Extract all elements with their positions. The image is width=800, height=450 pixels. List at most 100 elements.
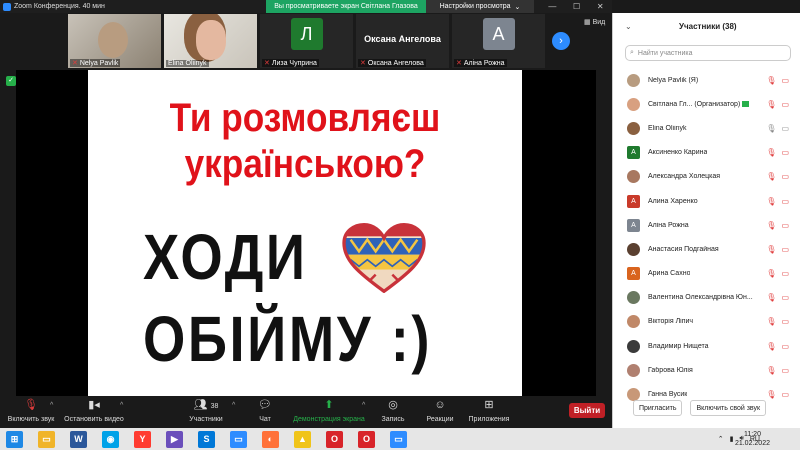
thumbnail-name: Аліна Рожна [463, 59, 505, 67]
thumbnail-name: Оксана Ангелова [367, 59, 424, 67]
unmute-self-button[interactable]: Включить свой звук [690, 400, 767, 416]
thumbnail-alina[interactable]: А ✕ Аліна Рожна [452, 14, 545, 68]
video-off-icon: ▭ [781, 172, 789, 182]
host-badge-icon [742, 101, 750, 108]
participant-row[interactable]: Александра Холецкая 🎙︎ ▭ [613, 165, 800, 189]
participant-row[interactable]: Світлана Гл... (Организатор) 🎙︎ ▭ [613, 92, 800, 116]
participant-status: 🎙︎ ▭ [766, 317, 789, 326]
invite-button[interactable]: Пригласить [633, 400, 683, 416]
video-options-caret[interactable]: ^ [120, 402, 123, 409]
avatar [627, 242, 640, 256]
participant-row[interactable]: Nelya Pavlik (Я) 🎙︎ ▭ [613, 68, 800, 92]
maximize-button[interactable]: ☐ [573, 2, 580, 11]
participant-video [196, 20, 226, 60]
reactions-label: Реакции [426, 416, 454, 423]
opera-gx-icon[interactable]: O [358, 430, 375, 448]
thumbnail-nelya[interactable]: ✕ Nelya Pavlik [68, 14, 161, 68]
unmute-button[interactable]: 🎙︎ Включить звук [6, 398, 56, 423]
record-button[interactable]: ◎ Запись [380, 398, 406, 423]
participant-name: Аліна Рожна [648, 221, 689, 229]
participant-row[interactable]: А Алина Харенко 🎙︎ ▭ [613, 189, 800, 213]
video-camera-icon: ▮◂ [88, 399, 100, 411]
view-options-button[interactable]: Настройки просмотра ⌄ [426, 0, 534, 13]
video-off-icon: ▭ [781, 148, 789, 158]
participants-label: Участники [189, 416, 223, 423]
record-icon: ◎ [388, 399, 398, 411]
participant-name: Анастасия Подгайная [648, 245, 719, 253]
mic-muted-icon: 🎙︎ [766, 172, 777, 182]
audio-options-caret[interactable]: ^ [50, 402, 53, 409]
participant-status: 🎙︎ ▭ [766, 293, 789, 302]
view-options-label: Настройки просмотра [439, 3, 511, 10]
participant-status: 🎙︎ ▭ [766, 390, 789, 399]
participant-row[interactable]: Владимир Нищета 🎙︎ ▭ [613, 334, 800, 358]
slide-line2: ОБІЙМУ :) [143, 303, 433, 375]
tray-arrow-icon[interactable]: ⌃ [718, 435, 724, 443]
video-off-icon: ▭ [781, 99, 789, 109]
media-player-icon[interactable]: ▶ [166, 430, 183, 448]
video-off-icon: ▭ [781, 317, 789, 327]
participant-name: Nelya Pavlik (Я) [648, 76, 699, 84]
leave-button[interactable]: Выйти [569, 403, 605, 418]
shield-icon[interactable]: ✓ [6, 76, 16, 86]
mic-muted-icon: 🎙︎ [766, 390, 777, 400]
zoom-meeting-icon[interactable]: ▭ [390, 430, 407, 448]
share-screen-button[interactable]: ⬆ Демонстрация экрана [292, 398, 366, 423]
video-off-icon: ▭ [781, 390, 789, 400]
reactions-button[interactable]: ☺ Реакции [426, 398, 454, 423]
share-options-caret[interactable]: ^ [362, 402, 365, 409]
chat-label: Чат [259, 416, 271, 423]
participant-row[interactable]: Вікторія Ліпич 🎙︎ ▭ [613, 310, 800, 334]
zoom-taskbar-icon[interactable]: ▭ [230, 430, 247, 448]
mic-muted-icon: 🎙︎ [766, 341, 777, 351]
minimize-button[interactable]: — [548, 2, 556, 11]
participant-row[interactable]: А Арина Сахно 🎙︎ ▭ [613, 262, 800, 286]
apps-button[interactable]: ⊞ Приложения [466, 398, 512, 423]
thumbnail-oksana[interactable]: Оксана Ангелова ✕ Оксана Ангелова [356, 14, 449, 68]
panel-title: Участники (38) [679, 21, 737, 31]
word-icon[interactable]: W [70, 430, 87, 448]
close-button[interactable]: ✕ [597, 2, 604, 11]
chevron-down-icon: ⌄ [514, 3, 521, 11]
mic-muted-icon: 🎙︎ [766, 75, 777, 85]
participant-name: Александра Холецкая [648, 173, 721, 181]
thumbnail-elina[interactable]: Elina Oliinyk [164, 14, 257, 68]
chat-button[interactable]: 💬︎ Чат [254, 398, 276, 423]
skype-icon[interactable]: S [198, 430, 215, 448]
firefox-icon[interactable]: ◐ [262, 430, 279, 448]
yandex-game-icon[interactable]: ▲ [294, 430, 311, 448]
participant-status: 🎙︎ ▭ [766, 366, 789, 375]
opera-icon[interactable]: O [326, 430, 343, 448]
mic-muted-icon: ✕ [456, 60, 462, 67]
avatar [627, 121, 640, 135]
yandex-icon[interactable]: Y [134, 430, 151, 448]
view-button[interactable]: ▦ Вид [584, 18, 605, 26]
chat-icon: 💬︎ [258, 399, 272, 411]
mic-muted-icon: 🎙︎ [766, 148, 777, 158]
participant-row[interactable]: А Аліна Рожна 🎙︎ ▭ [613, 213, 800, 237]
participant-row[interactable]: Габрова Юлія 🎙︎ ▭ [613, 358, 800, 382]
share-screen-icon: ⬆ [324, 399, 334, 411]
participant-search-input[interactable]: ⌕ Найти участника [625, 45, 791, 61]
start-icon[interactable]: ⊞ [6, 430, 23, 448]
clock[interactable]: 11:20 21.02.2022 [735, 430, 770, 448]
video-off-icon: ▭ [781, 365, 789, 375]
chevron-down-icon[interactable]: ⌄ [625, 22, 632, 31]
participant-name: Світлана Гл... (Организатор) [648, 100, 741, 108]
thumbnail-liza[interactable]: Л ✕ Лиза Чуприна [260, 14, 353, 68]
participant-row[interactable]: Elina Oliinyk 🎙︎ ▭ [613, 116, 800, 140]
participants-options-caret[interactable]: ^ [232, 402, 235, 409]
participant-name: Ганна Вусик [648, 391, 688, 399]
participant-row[interactable]: А Аксиненко Карина 🎙︎ ▭ [613, 141, 800, 165]
stop-video-button[interactable]: ▮◂ Остановить видео [64, 398, 124, 423]
participant-list: Nelya Pavlik (Я) 🎙︎ ▭ Світлана Гл... (Орган… [613, 68, 800, 407]
file-explorer-icon[interactable]: ▭ [38, 430, 55, 448]
network-icon[interactable]: ▮ [730, 435, 734, 443]
video-off-icon: ▭ [781, 220, 789, 230]
participant-row[interactable]: Валентина Олександрівна Юн... 🎙︎ ▭ [613, 286, 800, 310]
next-page-button[interactable]: › [552, 32, 570, 50]
participants-button[interactable]: 👥︎ 38 Участники [186, 398, 226, 423]
mic-muted-icon: 🎙︎ [766, 99, 777, 109]
participant-row[interactable]: Анастасия Подгайная 🎙︎ ▭ [613, 237, 800, 261]
browser-icon[interactable]: ◉ [102, 430, 119, 448]
